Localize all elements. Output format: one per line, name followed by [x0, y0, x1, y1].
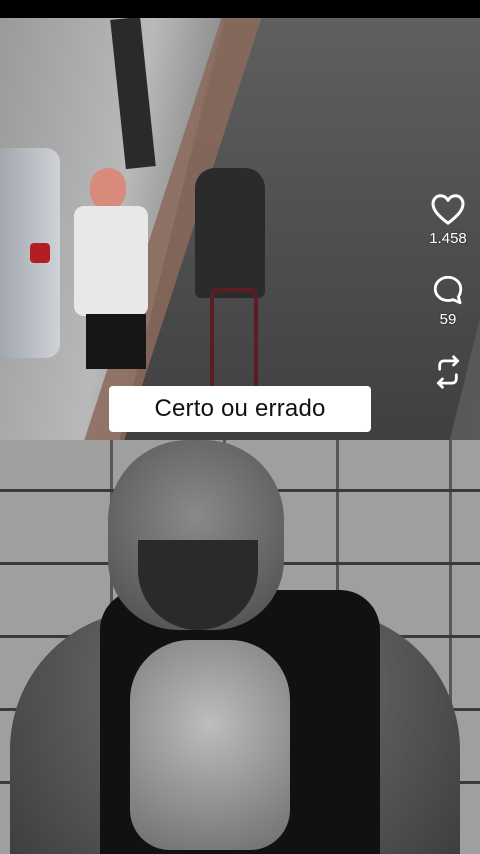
- video-top-clip[interactable]: [0, 18, 480, 440]
- cyclist: [190, 168, 280, 411]
- repost-icon: [436, 355, 460, 389]
- tree-trunk: [110, 18, 156, 170]
- like-button[interactable]: 1.458: [429, 192, 467, 247]
- like-count: 1.458: [429, 230, 467, 247]
- action-sidebar: 1.458 59: [424, 192, 472, 390]
- man-speaking: [0, 440, 480, 854]
- repost-button[interactable]: [431, 354, 465, 390]
- comment-button[interactable]: 59: [431, 273, 465, 328]
- heart-icon: [431, 194, 465, 225]
- comment-bubble-icon: [433, 275, 463, 305]
- caption-text: Certo ou errado: [154, 395, 326, 422]
- video-caption: Certo ou errado: [109, 386, 371, 432]
- comment-count: 59: [439, 311, 457, 328]
- video-bottom-clip[interactable]: [0, 440, 480, 854]
- pedestrian: [72, 168, 152, 398]
- parked-car: [0, 148, 60, 358]
